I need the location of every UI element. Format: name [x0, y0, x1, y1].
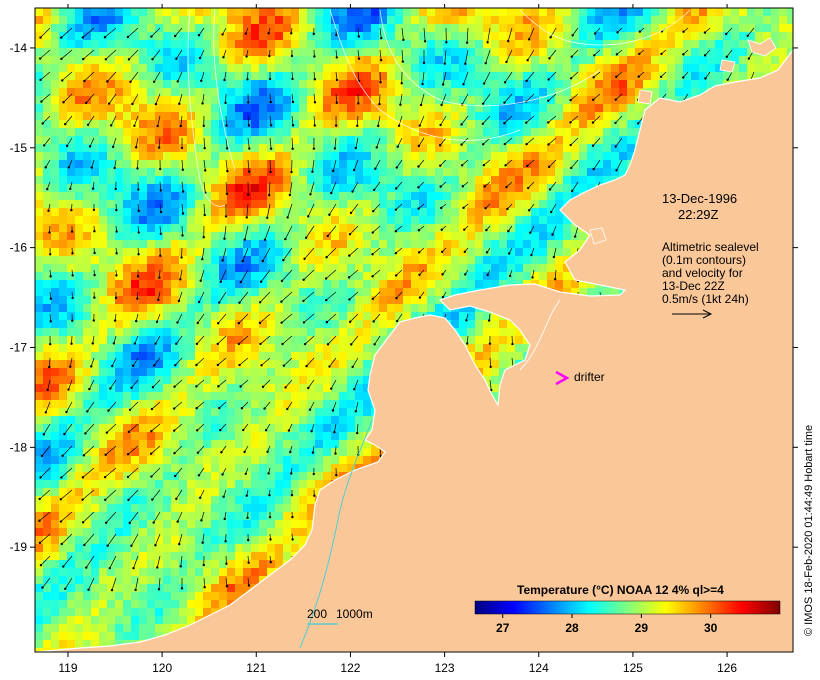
sst-map: 119 120 121 122 123 124 125 126 -14 -15 -16 -17 -18 -…	[10, 4, 815, 675]
lon-tick-label: 126	[717, 661, 737, 675]
drifter-label: drifter	[574, 370, 605, 384]
credit-text: © IMOS 18-Feb-2020 01:44:49 Hobart time	[803, 425, 815, 636]
sealevel-note-line: Altimetric sealevel	[662, 240, 759, 254]
sealevel-note-line: 0.5m/s (1kt 24h)	[662, 292, 749, 306]
colorbar-title: Temperature (°C) NOAA 12 4% ql>=4	[517, 583, 724, 597]
depth-legend-1000: 1000m	[336, 607, 373, 621]
lon-tick-label: 122	[340, 661, 360, 675]
time-label: 22:29Z	[678, 207, 719, 222]
lon-tick-label: 124	[529, 661, 549, 675]
lat-tick-label: -17	[10, 340, 28, 354]
lon-tick-label: 120	[152, 661, 172, 675]
lon-tick-label: 125	[623, 661, 643, 675]
depth-legend-200: 200	[307, 607, 327, 621]
date-label: 13-Dec-1996	[662, 191, 737, 206]
lat-tick-label: -15	[10, 141, 28, 155]
colorbar-tick-label: 29	[635, 621, 649, 635]
lat-tick-label: -19	[10, 540, 28, 554]
colorbar-gradient	[474, 600, 781, 615]
sealevel-note-line: 13-Dec 22Z	[662, 279, 725, 293]
lon-tick-label: 123	[435, 661, 455, 675]
lat-tick-label: -16	[10, 241, 28, 255]
lat-tick-label: -18	[10, 440, 28, 454]
lon-tick-label: 121	[246, 661, 266, 675]
sealevel-note-line: (0.1m contours)	[662, 253, 746, 267]
lon-tick-label: 119	[58, 661, 77, 675]
lat-tick-label: -14	[10, 41, 28, 55]
sealevel-note-line: and velocity for	[662, 266, 743, 280]
colorbar-tick-label: 30	[704, 621, 718, 635]
colorbar-tick-label: 27	[496, 621, 510, 635]
colorbar-tick-label: 28	[565, 621, 579, 635]
